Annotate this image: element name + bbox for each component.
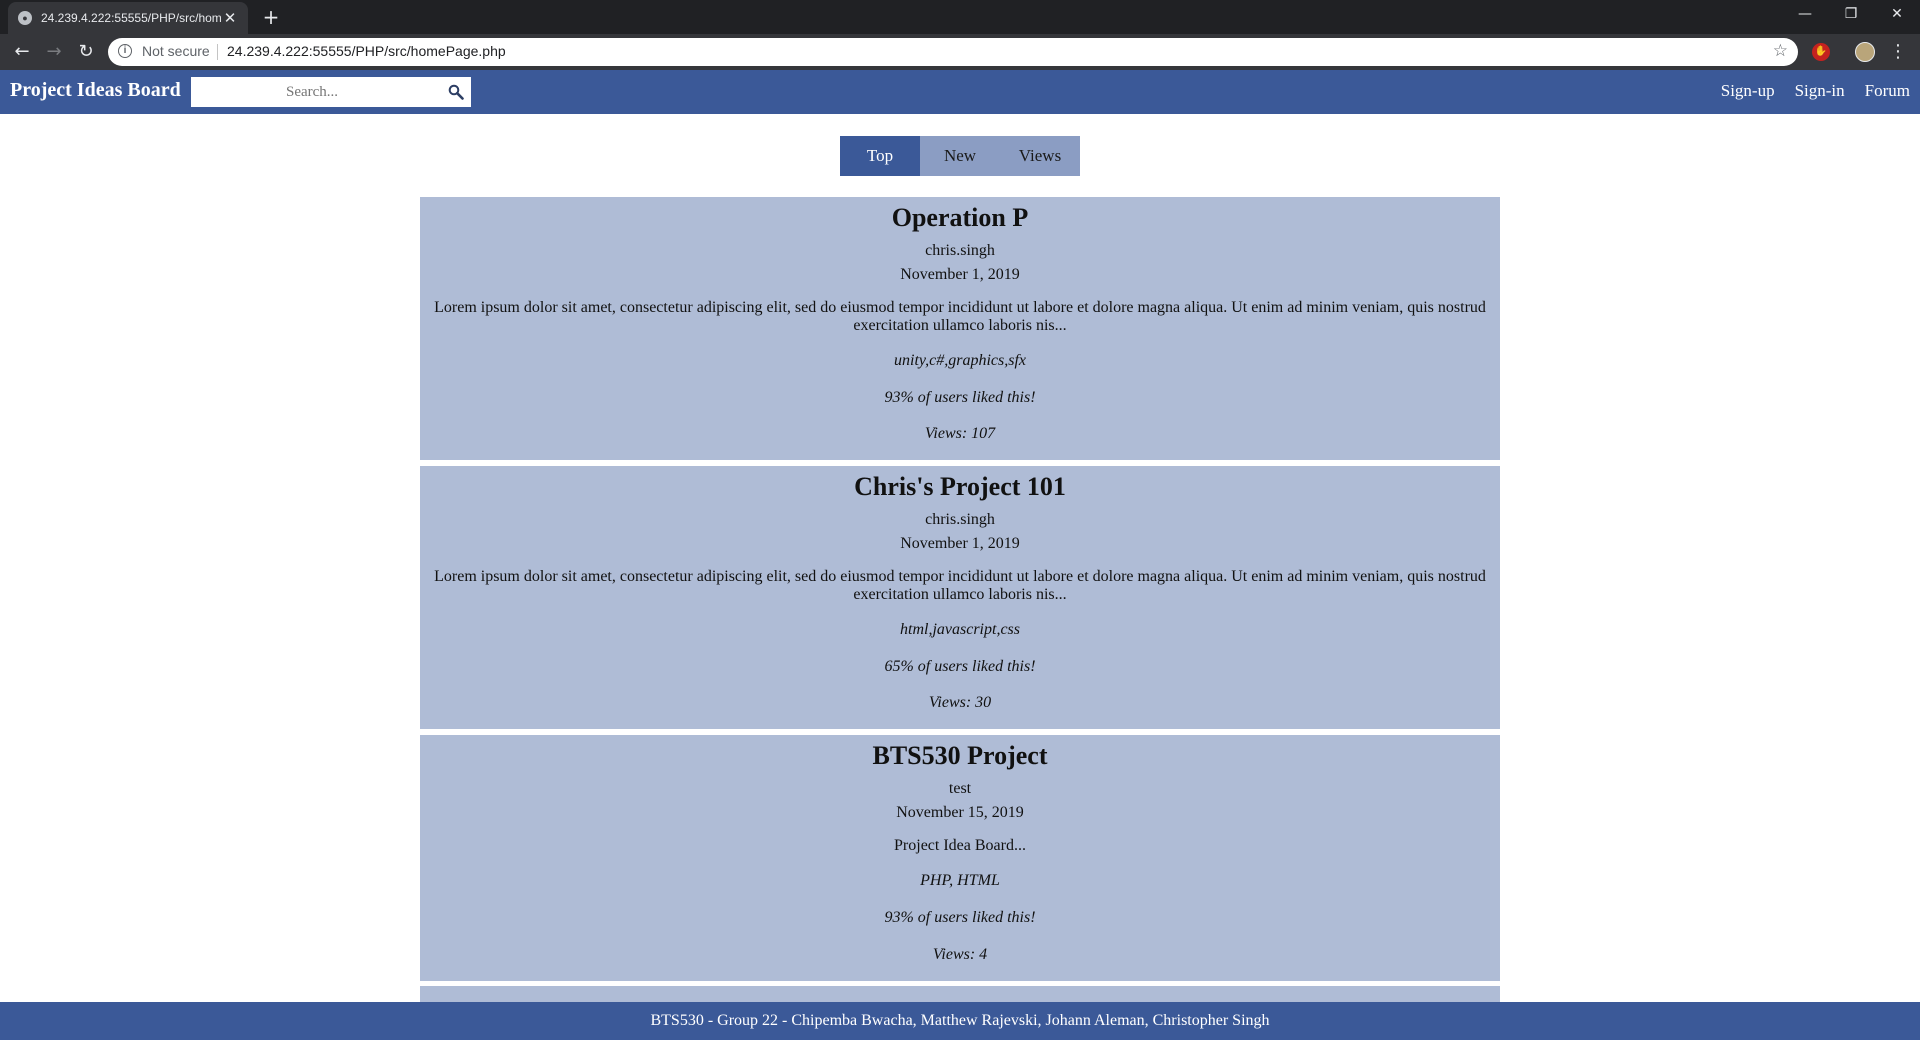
forward-arrow-icon[interactable]: → bbox=[40, 38, 68, 66]
security-label: Not secure bbox=[142, 43, 210, 59]
post-card[interactable]: BTS530 Project test November 15, 2019 Pr… bbox=[420, 735, 1500, 981]
post-card[interactable]: Chris's Project 101 chris.singh November… bbox=[420, 466, 1500, 729]
post-author: chris.singh bbox=[925, 511, 995, 528]
browser-menu-icon[interactable]: ⋮ bbox=[1888, 38, 1908, 66]
post-author: test bbox=[948, 780, 972, 797]
globe-icon: ● bbox=[18, 11, 32, 25]
minimize-button[interactable]: — bbox=[1782, 0, 1828, 30]
post-tags: unity,c#,graphics,sfx bbox=[894, 352, 1026, 369]
forum-link[interactable]: Forum bbox=[1865, 81, 1910, 101]
site-brand[interactable]: Project Ideas Board bbox=[10, 79, 181, 102]
bookmark-star-icon[interactable]: ☆ bbox=[1773, 41, 1788, 61]
post-views: Views: 30 bbox=[928, 694, 992, 711]
extension-icon[interactable]: ✋ bbox=[1812, 43, 1830, 61]
tab-close-icon[interactable]: ✕ bbox=[222, 9, 238, 27]
url-text[interactable]: 24.239.4.222:55555/PHP/src/homePage.php bbox=[227, 43, 506, 59]
tab-top[interactable]: Top bbox=[840, 136, 920, 176]
post-card[interactable]: Operation P chris.singh November 1, 2019… bbox=[420, 197, 1500, 460]
back-arrow-icon[interactable]: ← bbox=[8, 38, 36, 66]
post-date: November 15, 2019 bbox=[896, 804, 1024, 821]
post-title[interactable]: BTS530 Project bbox=[420, 741, 1500, 771]
post-likes: 93% of users liked this! bbox=[884, 909, 1036, 926]
tab-title: 24.239.4.222:55555/PHP/src/homePage.php bbox=[41, 11, 222, 25]
post-title[interactable]: Chris's Project 101 bbox=[420, 472, 1500, 502]
address-bar[interactable]: i Not secure 24.239.4.222:55555/PHP/src/… bbox=[108, 38, 1798, 66]
post-date: November 1, 2019 bbox=[900, 535, 1020, 552]
window-close-button[interactable]: ✕ bbox=[1874, 0, 1920, 30]
post-description: Lorem ipsum dolor sit amet, consectetur … bbox=[434, 568, 1486, 603]
post-card[interactable] bbox=[420, 986, 1500, 1002]
post-date: November 1, 2019 bbox=[900, 266, 1020, 283]
post-likes: 65% of users liked this! bbox=[884, 658, 1036, 675]
browser-tab[interactable]: ● 24.239.4.222:55555/PHP/src/homePage.ph… bbox=[8, 2, 248, 34]
magnifier-icon bbox=[448, 84, 464, 100]
signin-link[interactable]: Sign-in bbox=[1795, 81, 1845, 101]
browser-toolbar: ← → ↻ i Not secure 24.239.4.222:55555/PH… bbox=[0, 34, 1920, 70]
search-button[interactable] bbox=[441, 77, 471, 107]
restore-button[interactable]: ❐ bbox=[1828, 0, 1874, 30]
sort-tabs: Top New Views bbox=[840, 136, 1080, 176]
reload-icon[interactable]: ↻ bbox=[72, 38, 100, 66]
omnibox-divider bbox=[217, 44, 218, 60]
tab-new[interactable]: New bbox=[920, 136, 1000, 176]
site-footer: BTS530 - Group 22 - Chipemba Bwacha, Mat… bbox=[0, 1002, 1920, 1040]
browser-tab-strip: ● 24.239.4.222:55555/PHP/src/homePage.ph… bbox=[0, 0, 1920, 34]
post-likes: 93% of users liked this! bbox=[884, 389, 1036, 406]
post-title[interactable]: Operation P bbox=[420, 203, 1500, 233]
signup-link[interactable]: Sign-up bbox=[1721, 81, 1775, 101]
new-tab-button[interactable]: + bbox=[258, 4, 284, 30]
site-header: Project Ideas Board Sign-up Sign-in Foru… bbox=[0, 70, 1920, 114]
tab-views[interactable]: Views bbox=[1000, 136, 1080, 176]
search-box bbox=[191, 77, 471, 107]
post-tags: PHP, HTML bbox=[920, 872, 1000, 889]
post-views: Views: 4 bbox=[932, 946, 988, 963]
post-description: Project Idea Board... bbox=[894, 837, 1026, 854]
profile-avatar[interactable] bbox=[1855, 42, 1875, 62]
search-input[interactable] bbox=[191, 77, 441, 107]
post-author: chris.singh bbox=[925, 242, 995, 259]
header-nav: Sign-up Sign-in Forum bbox=[1721, 81, 1910, 101]
info-icon[interactable]: i bbox=[118, 44, 132, 58]
post-description: Lorem ipsum dolor sit amet, consectetur … bbox=[434, 299, 1486, 334]
post-tags: html,javascript,css bbox=[900, 621, 1020, 638]
post-views: Views: 107 bbox=[924, 425, 996, 442]
